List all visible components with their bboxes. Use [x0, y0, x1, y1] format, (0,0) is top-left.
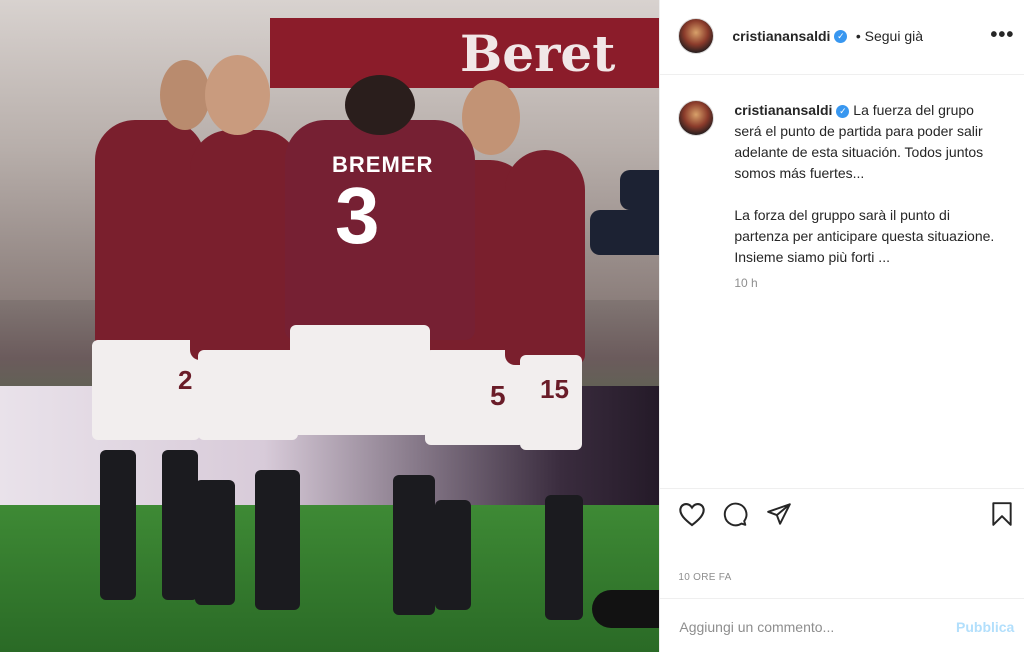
player-shorts	[198, 350, 298, 440]
caption: cristianansaldi ✓ La fuerza del grupo ser…	[734, 100, 1004, 289]
player-sock	[255, 470, 300, 610]
player-shorts	[290, 325, 430, 435]
stadium-banner: Beret	[270, 18, 660, 88]
caption-username[interactable]: cristianansaldi	[734, 102, 832, 118]
save-bookmark-icon[interactable]	[990, 501, 1014, 527]
player-sock	[195, 480, 235, 605]
shorts-number-5: 5	[490, 380, 506, 411]
share-icon[interactable]	[765, 501, 793, 527]
player-head	[205, 55, 270, 135]
player-sock	[100, 450, 136, 600]
avatar[interactable]	[678, 18, 715, 54]
comment-input[interactable]	[677, 615, 932, 639]
action-bar	[660, 488, 1024, 539]
header-user: cristianansaldi ✓ • Segui già	[732, 28, 923, 46]
more-options-icon[interactable]: •••	[990, 24, 1014, 47]
caption-avatar[interactable]	[678, 100, 715, 136]
player-head	[345, 75, 415, 135]
verified-badge-icon: ✓	[836, 104, 850, 118]
shoe	[592, 590, 660, 628]
post-photo[interactable]: Beret BREMER 3 2 5 15	[0, 0, 660, 652]
instagram-post: Beret BREMER 3 2 5 15 cristianansaldi ✓ …	[0, 0, 1024, 652]
post-sidebar: cristianansaldi ✓ • Segui già ••• cristia…	[659, 0, 1024, 652]
like-heart-icon[interactable]	[678, 501, 706, 527]
username-link[interactable]: cristianansaldi	[732, 28, 830, 44]
post-timestamp[interactable]: 10 ORE FA	[678, 572, 731, 583]
player	[190, 130, 300, 360]
comment-box: Pubblica	[660, 598, 1024, 653]
arm-sleeve	[590, 210, 660, 255]
player	[505, 150, 585, 365]
player-head	[160, 60, 210, 130]
shorts-number-2: 2	[178, 365, 193, 395]
caption-text-it: La forza del gruppo sarà il punto di par…	[734, 207, 995, 265]
comment-icon[interactable]	[721, 501, 749, 527]
player-shorts	[425, 350, 525, 445]
arm-sleeve	[620, 170, 660, 210]
caption-time[interactable]: 10 h	[734, 276, 757, 290]
verified-badge-icon: ✓	[834, 30, 848, 44]
player	[95, 120, 205, 350]
player-sock	[393, 475, 435, 615]
player-sock	[435, 500, 471, 610]
player-sock	[545, 495, 583, 620]
shorts-number-15: 15	[540, 374, 569, 404]
post-header: cristianansaldi ✓ • Segui già •••	[660, 0, 1024, 75]
banner-text: Beret	[460, 24, 616, 83]
publish-button[interactable]: Pubblica	[956, 619, 1014, 635]
jersey-number: 3	[335, 171, 380, 260]
player-sock	[162, 450, 198, 600]
follow-status[interactable]: • Segui già	[856, 28, 923, 44]
